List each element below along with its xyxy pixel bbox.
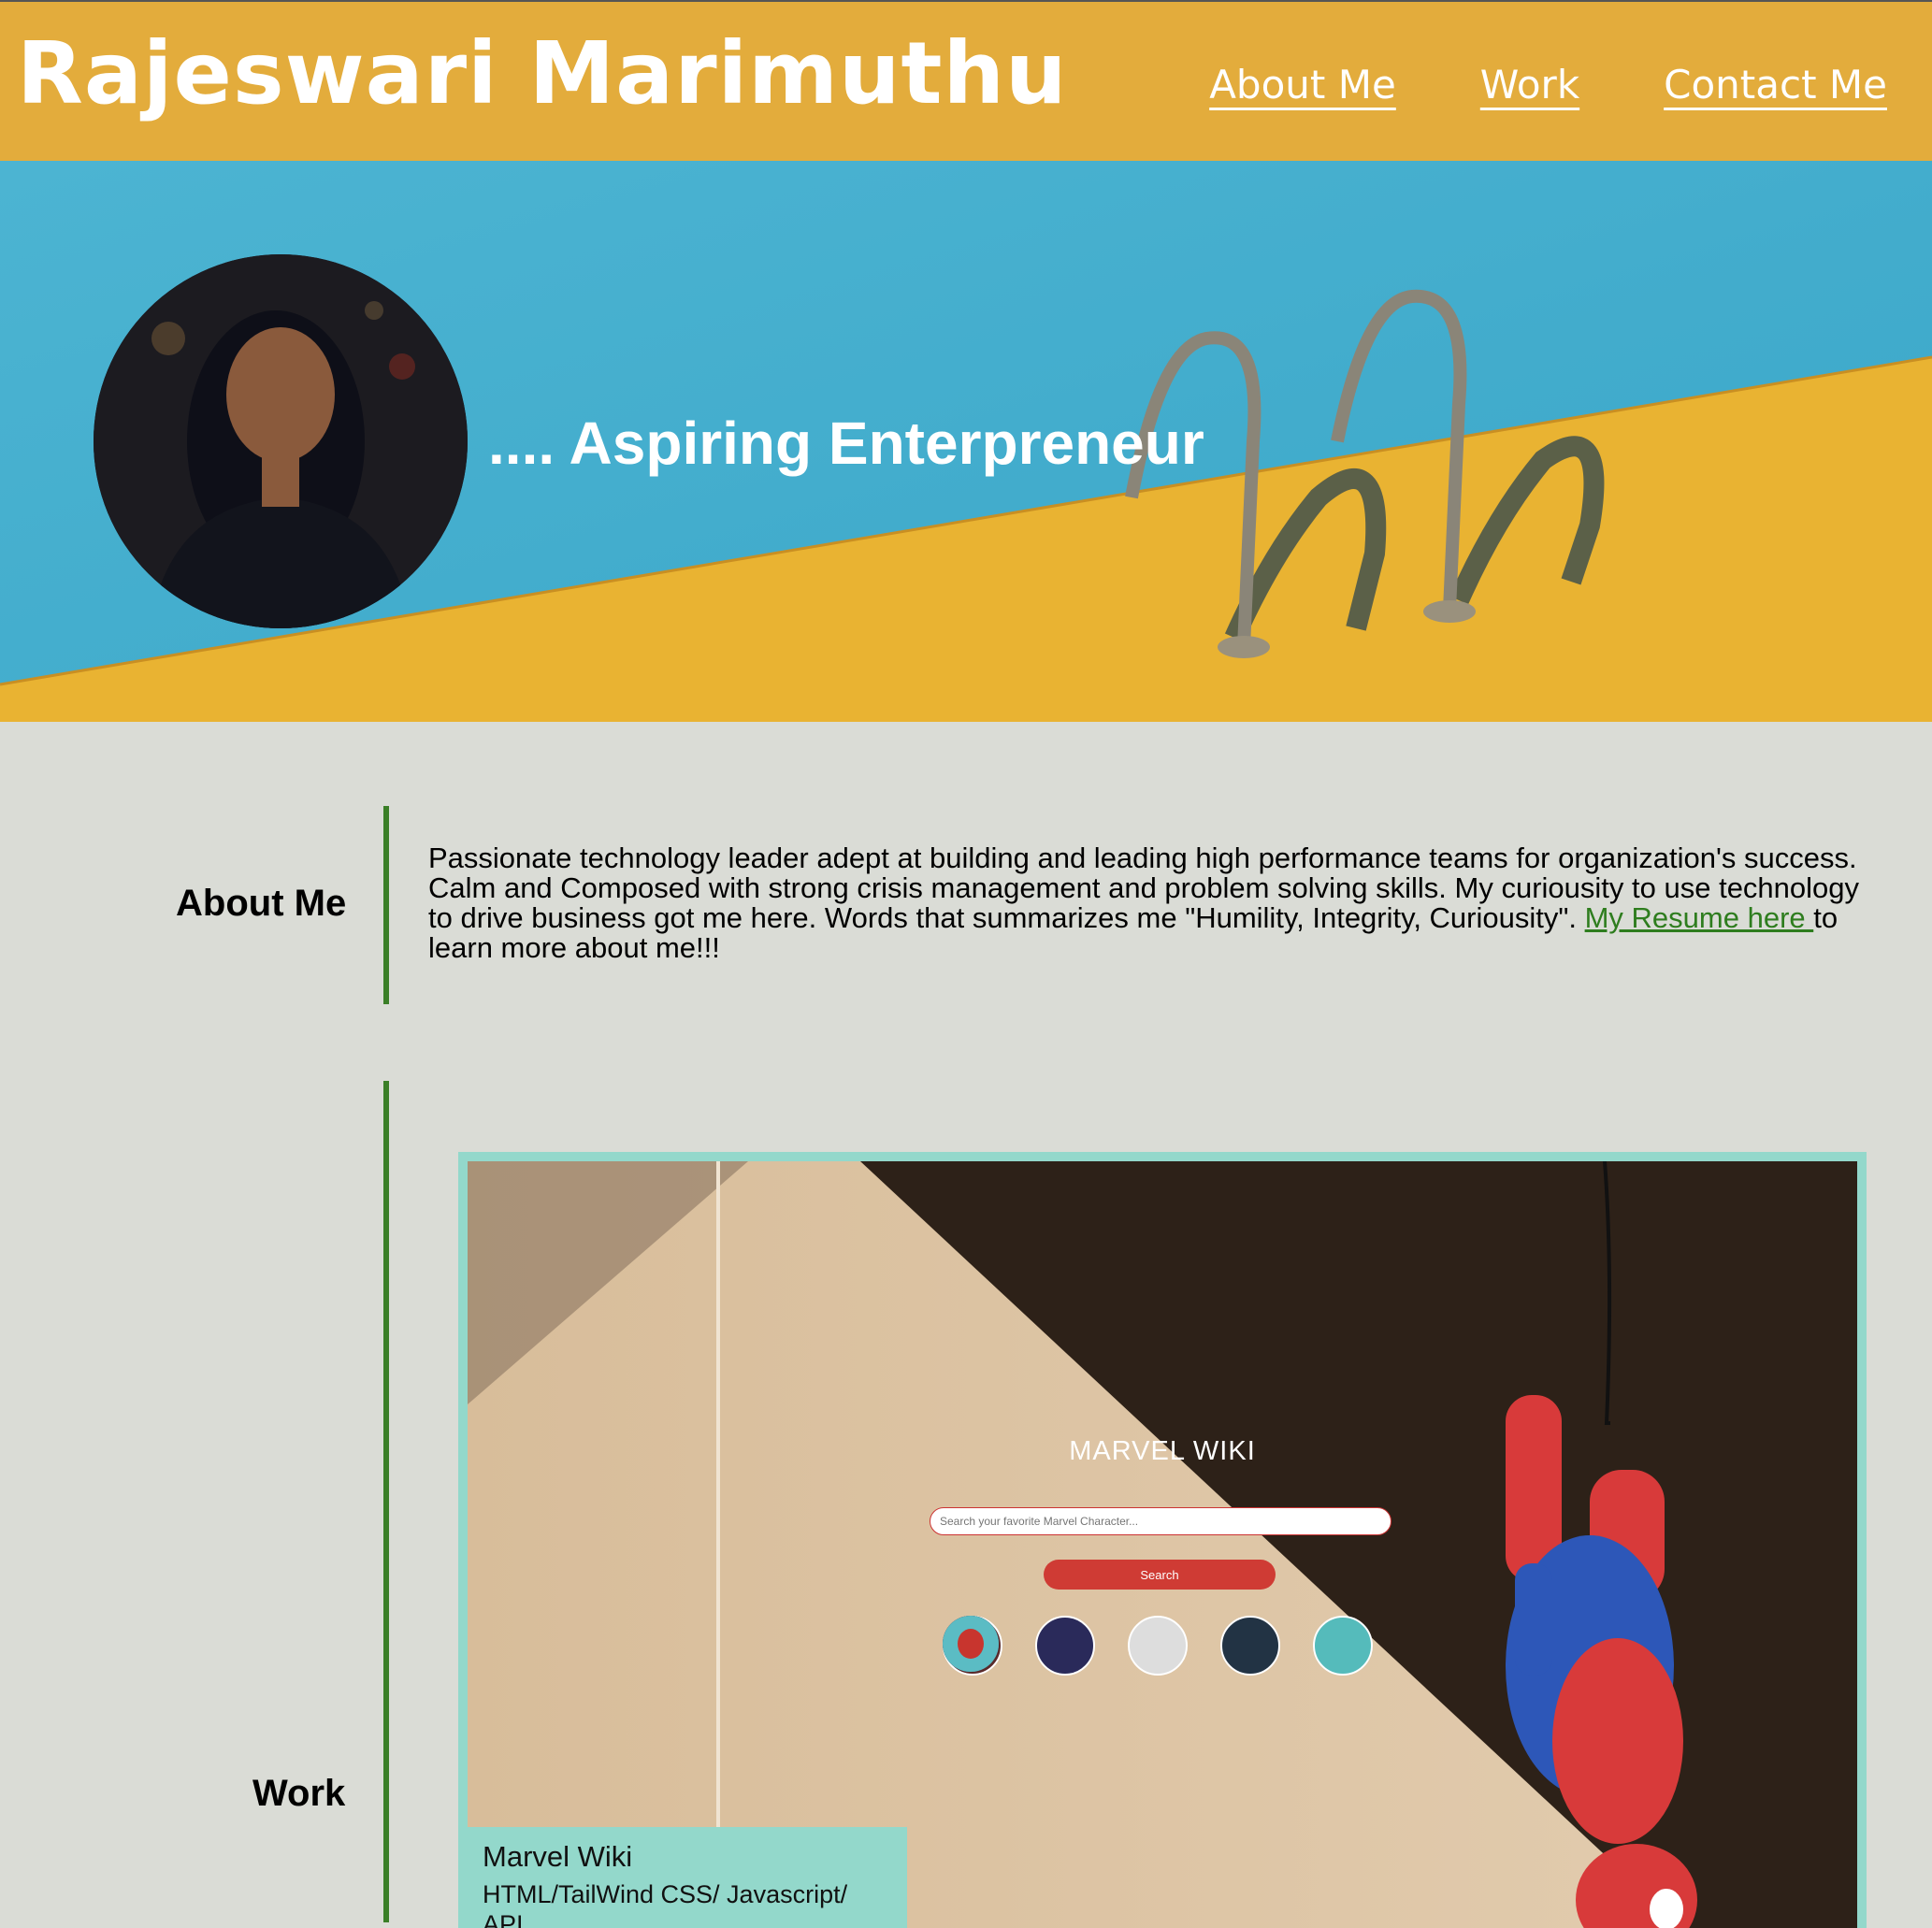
site-header: Rajeswari Marimuthu About Me Work Contac… — [0, 0, 1932, 161]
nav-about-me[interactable]: About Me — [1209, 62, 1396, 108]
black-panther-icon[interactable] — [943, 1616, 1095, 1676]
project-caption: Marvel Wiki HTML/TailWind CSS/ Javascrip… — [468, 1827, 907, 1928]
marvel-wiki-heading: MARVEL WIKI — [1069, 1436, 1256, 1466]
project-title: Marvel Wiki — [483, 1840, 633, 1873]
about-divider — [383, 806, 389, 1004]
nav-work[interactable]: Work — [1480, 62, 1579, 108]
project-tech-stack: HTML/TailWind CSS/ Javascript/ API — [483, 1880, 848, 1928]
resume-link[interactable]: My Resume here — [1585, 901, 1814, 934]
marvel-search-input[interactable] — [930, 1507, 1391, 1535]
hulk-icon[interactable] — [943, 1616, 1280, 1676]
main-nav: About Me Work Contact Me — [1209, 62, 1887, 108]
site-title: Rajeswari Marimuthu — [17, 23, 1068, 123]
marvel-search-button[interactable]: Search — [1044, 1560, 1276, 1590]
work-divider — [383, 1081, 389, 1922]
avengers-icon[interactable] — [943, 1616, 1188, 1676]
hero-tagline: .... Aspiring Enterpreneur — [488, 410, 1204, 477]
spiderman-icon[interactable] — [943, 1616, 1373, 1676]
project-screenshot: MARVEL WIKI Search Marvel Wiki HTML/Tail… — [468, 1161, 1857, 1928]
about-me-heading: About Me — [176, 883, 347, 924]
work-heading: Work — [252, 1773, 346, 1814]
hero-banner: .... Aspiring Enterpreneur — [0, 161, 1932, 722]
profile-avatar — [94, 254, 468, 628]
marvel-background-image — [468, 1161, 1857, 1928]
hero-icon-row — [943, 1616, 1373, 1676]
project-card-marvel-wiki[interactable]: MARVEL WIKI Search Marvel Wiki HTML/Tail… — [458, 1152, 1867, 1928]
about-me-text: Passionate technology leader adept at bu… — [428, 843, 1887, 963]
nav-contact-me[interactable]: Contact Me — [1664, 62, 1887, 108]
